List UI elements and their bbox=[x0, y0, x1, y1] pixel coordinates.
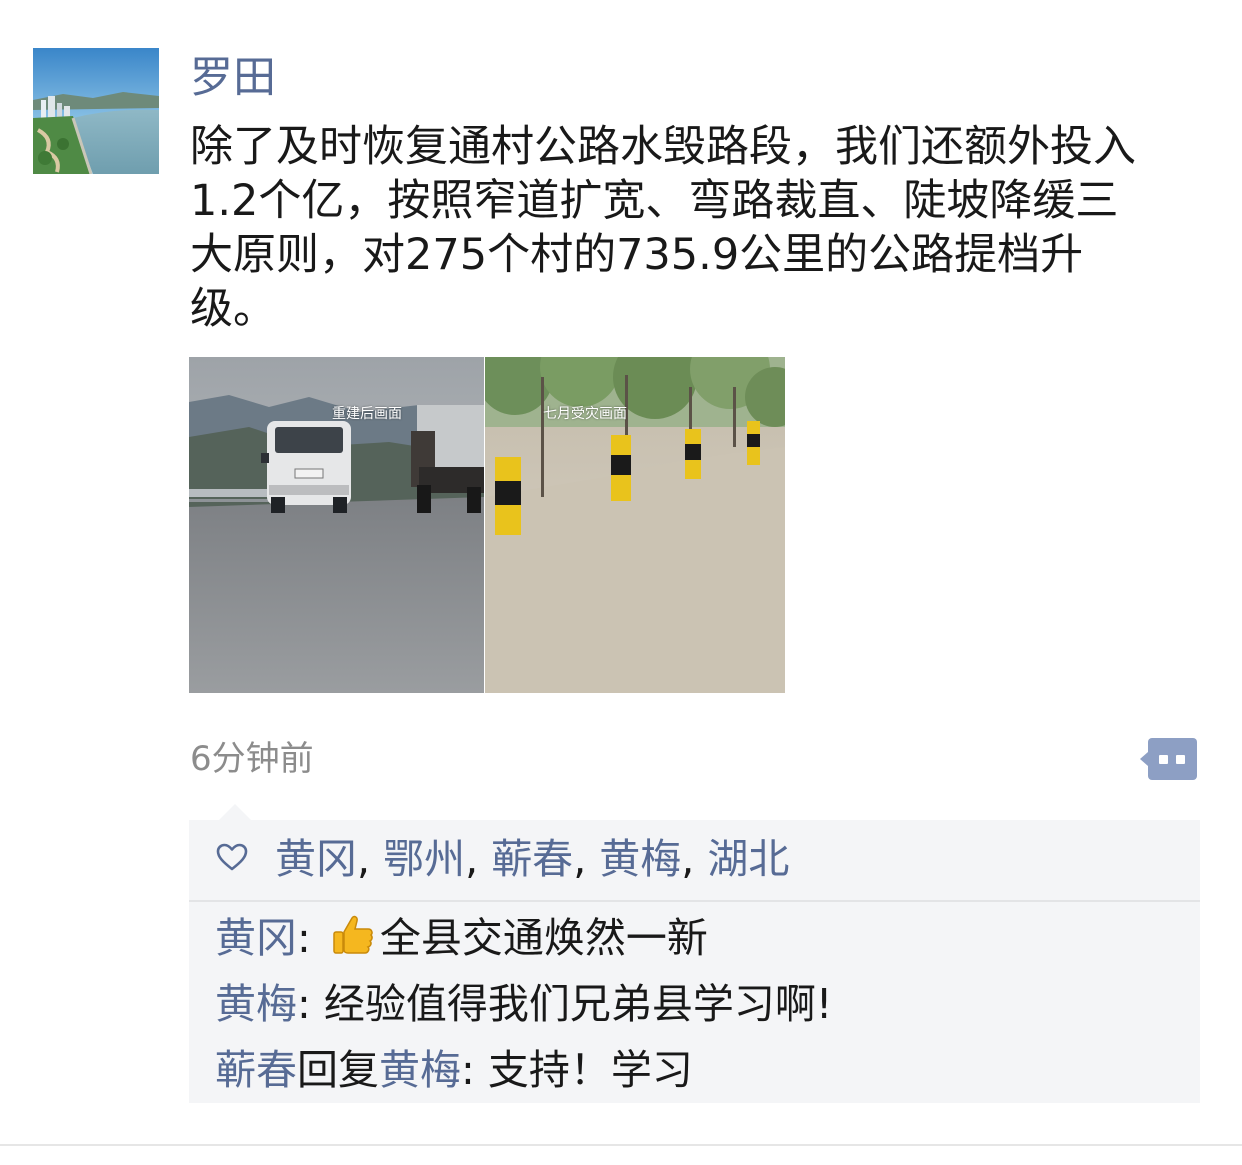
comment-item[interactable]: 黄冈: 全县交通焕然一新 bbox=[215, 910, 708, 966]
like-name[interactable]: 黄梅 bbox=[599, 835, 681, 883]
divider bbox=[189, 900, 1200, 902]
separator: , bbox=[465, 835, 479, 883]
comment-colon: : bbox=[297, 914, 311, 962]
comment-item[interactable]: 蕲春回复黄梅: 支持！学习 bbox=[215, 1042, 693, 1098]
post-text-line: 1.2个亿，按照窄道扩宽、弯路裁直、陡坡降缓三 bbox=[190, 176, 1119, 226]
comment-author[interactable]: 黄梅 bbox=[215, 980, 297, 1028]
comment-action-button[interactable] bbox=[1140, 738, 1197, 780]
separator: , bbox=[357, 835, 371, 883]
comment-author[interactable]: 蕲春 bbox=[215, 1046, 297, 1094]
likes-row: 黄冈, 鄂州, 蕲春, 黄梅, 湖北 bbox=[189, 820, 1200, 900]
author-avatar[interactable] bbox=[33, 48, 159, 174]
interaction-panel: 黄冈, 鄂州, 蕲春, 黄梅, 湖北 黄冈: 全县交通焕然一新 黄梅: 经验值得… bbox=[189, 820, 1200, 1103]
like-name[interactable]: 黄冈 bbox=[275, 835, 357, 883]
comment-colon: : bbox=[461, 1046, 475, 1094]
thumbs-up-icon bbox=[333, 915, 373, 954]
reply-target[interactable]: 黄梅 bbox=[379, 1046, 461, 1094]
feed-divider bbox=[0, 1144, 1242, 1146]
heart-outline-icon bbox=[216, 843, 248, 871]
post-image[interactable]: 重建后画面 七月受灾画面 bbox=[189, 357, 785, 693]
image-caption: 七月受灾画面 bbox=[543, 406, 627, 422]
separator: , bbox=[573, 835, 587, 883]
dot-icon bbox=[1159, 755, 1168, 764]
panel-pointer bbox=[219, 804, 251, 820]
like-name[interactable]: 蕲春 bbox=[491, 835, 573, 883]
reply-word: 回复 bbox=[297, 1046, 379, 1094]
post-text-line: 除了及时恢复通村公路水毁路段，我们还额外投入 bbox=[190, 122, 1136, 172]
image-caption: 重建后画面 bbox=[332, 406, 402, 422]
post-timestamp: 6分钟前 bbox=[190, 739, 314, 779]
post-text: 除了及时恢复通村公路水毁路段，我们还额外投入 1.2个亿，按照窄道扩宽、弯路裁直… bbox=[190, 120, 1190, 336]
like-name[interactable]: 湖北 bbox=[707, 835, 789, 883]
comment-text: 全县交通焕然一新 bbox=[379, 914, 708, 962]
comment-text: 经验值得我们兄弟县学习啊! bbox=[323, 980, 833, 1028]
comment-colon: : bbox=[297, 980, 311, 1028]
comment-author[interactable]: 黄冈 bbox=[215, 914, 297, 962]
like-name[interactable]: 鄂州 bbox=[383, 835, 465, 883]
author-name[interactable]: 罗田 bbox=[190, 50, 276, 106]
post-text-line: 级。 bbox=[190, 284, 276, 334]
like-list: 黄冈, 鄂州, 蕲春, 黄梅, 湖北 bbox=[275, 830, 789, 888]
flooded-road-photo: 七月受灾画面 bbox=[485, 357, 785, 693]
comment-item[interactable]: 黄梅: 经验值得我们兄弟县学习啊! bbox=[215, 976, 832, 1032]
separator: , bbox=[681, 835, 695, 883]
rebuilt-road-photo: 重建后画面 bbox=[189, 357, 484, 693]
dot-icon bbox=[1176, 755, 1185, 764]
post-text-line: 大原则，对275个村的735.9公里的公路提档升 bbox=[190, 230, 1084, 280]
button-pointer bbox=[1140, 752, 1148, 766]
comment-text: 支持！学习 bbox=[487, 1046, 693, 1094]
